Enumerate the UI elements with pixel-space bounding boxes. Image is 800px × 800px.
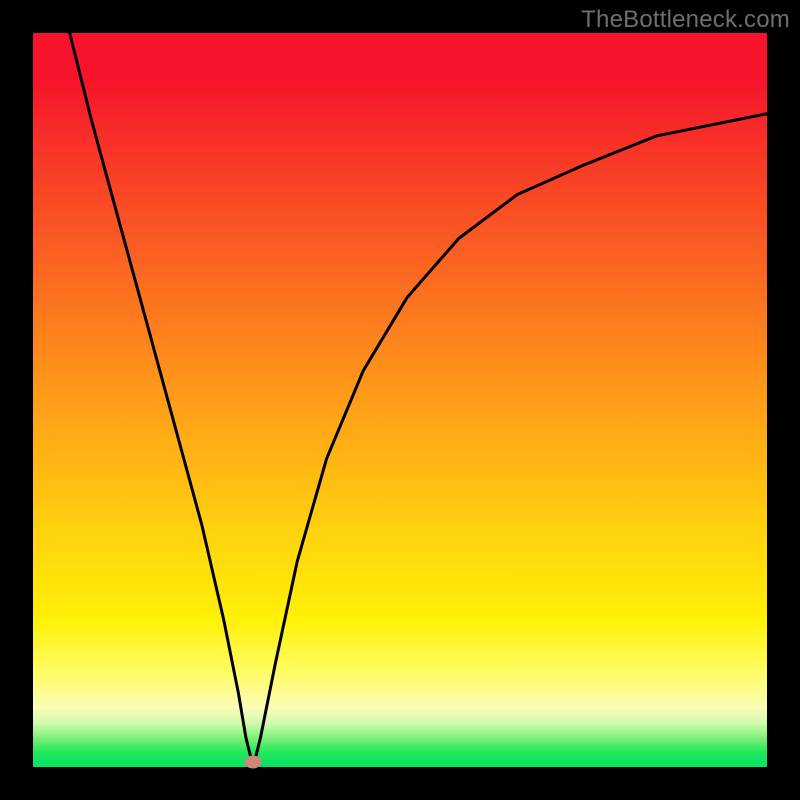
watermark-text: TheBottleneck.com [581,6,790,34]
optimum-marker [245,755,262,768]
curve-path [70,33,767,767]
plot-area [33,33,767,767]
chart-frame: TheBottleneck.com [0,0,800,800]
bottleneck-curve [33,33,767,767]
